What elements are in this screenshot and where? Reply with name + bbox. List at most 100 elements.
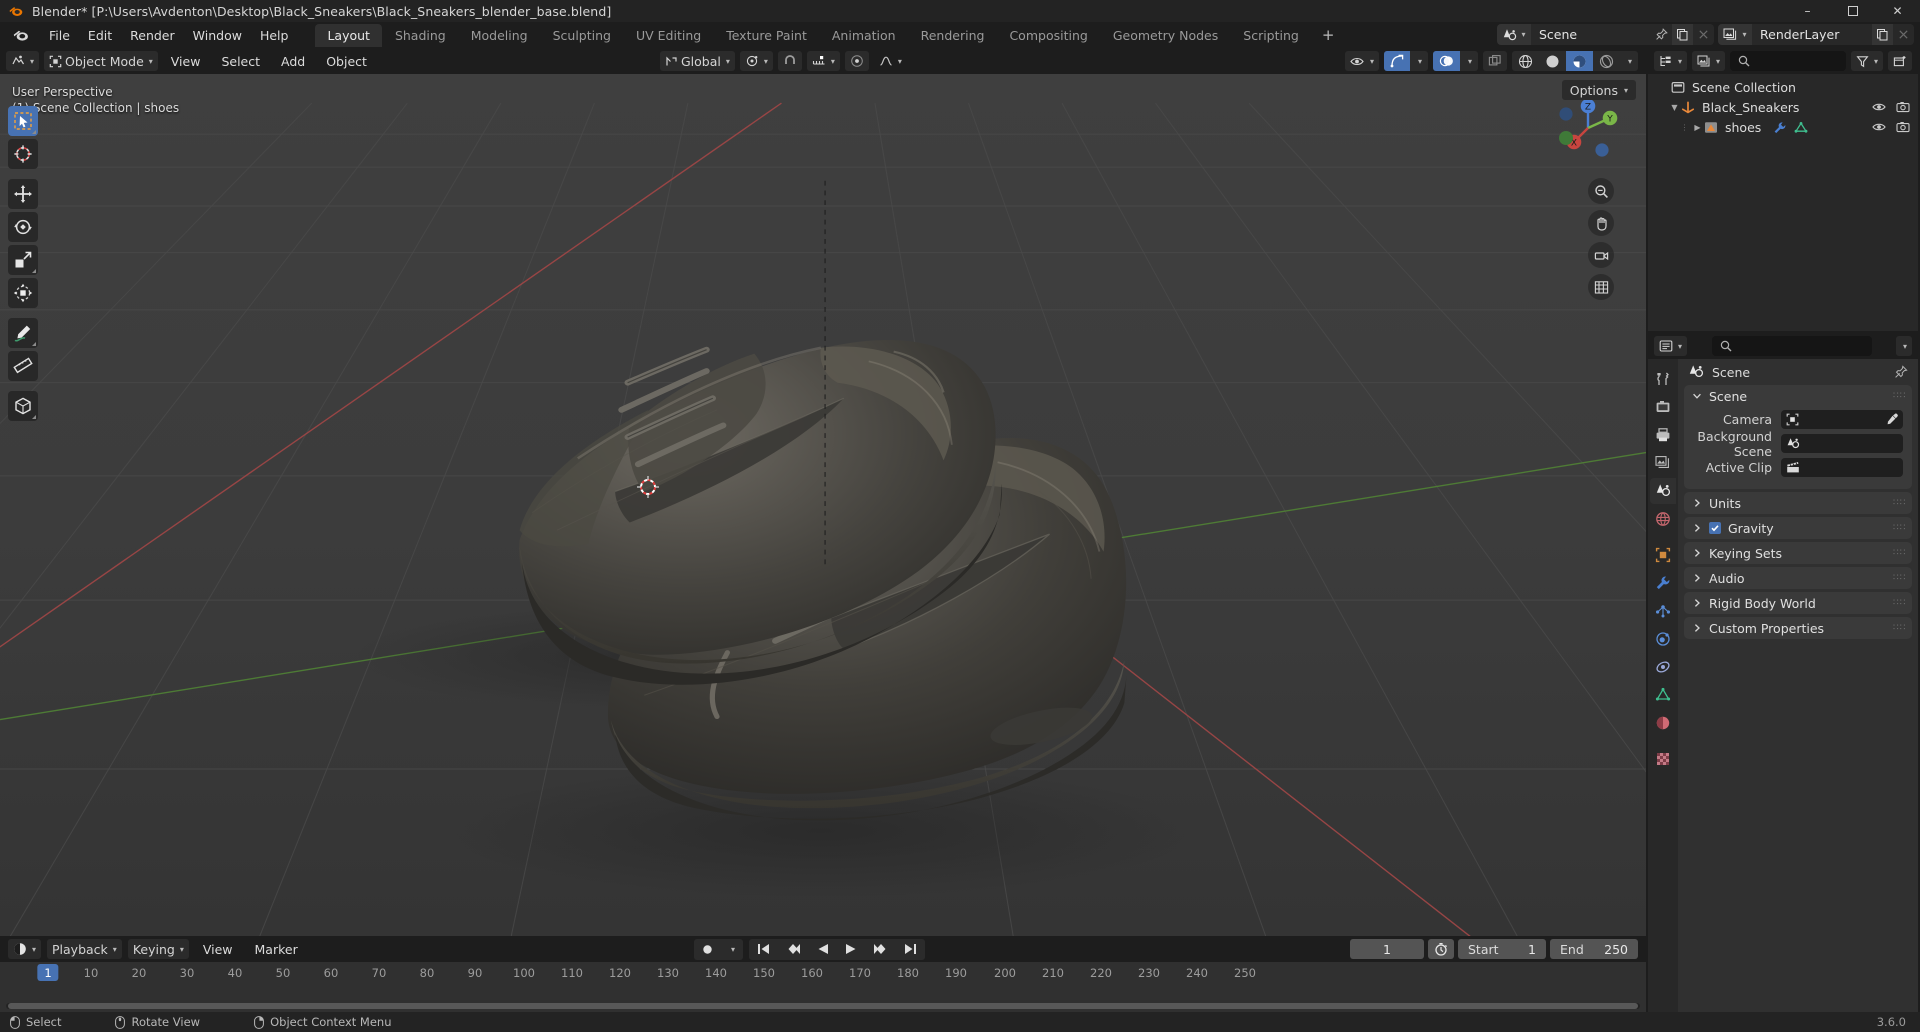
audio-panel-header[interactable]: Audio ∷∷ bbox=[1684, 567, 1912, 589]
menu-window[interactable]: Window bbox=[184, 25, 251, 46]
workspace-tab-compositing[interactable]: Compositing bbox=[997, 24, 1099, 47]
shading-rendered-icon[interactable] bbox=[1593, 51, 1620, 71]
properties-tab-constraints[interactable] bbox=[1650, 654, 1676, 680]
auto-keying-group[interactable]: ▾ bbox=[694, 938, 744, 960]
viewport-canvas[interactable]: User Perspective (1) Scene Collection | … bbox=[0, 74, 1646, 936]
outliner-search-input[interactable] bbox=[1756, 53, 1838, 69]
chevron-right-icon[interactable] bbox=[1692, 598, 1702, 608]
shading-mode-group[interactable]: ▾ bbox=[1511, 51, 1638, 71]
blender-menu-icon[interactable] bbox=[12, 26, 30, 44]
properties-tab-object-data[interactable] bbox=[1650, 682, 1676, 708]
units-panel[interactable]: Units ∷∷ bbox=[1684, 492, 1912, 514]
renderlayers-icon[interactable]: ▾ bbox=[1718, 24, 1752, 45]
xray-icon[interactable] bbox=[1482, 51, 1507, 71]
hide-in-viewport-eye-icon[interactable] bbox=[1872, 101, 1886, 113]
next-keyframe-icon[interactable] bbox=[865, 939, 896, 960]
viewport-menu-select[interactable]: Select bbox=[213, 52, 268, 71]
pan-view-icon[interactable] bbox=[1588, 210, 1614, 236]
maximize-button[interactable] bbox=[1830, 0, 1875, 22]
proportional-falloff-dropdown[interactable]: ▾ bbox=[874, 51, 907, 71]
properties-tab-material[interactable] bbox=[1650, 710, 1676, 736]
eyedropper-icon[interactable] bbox=[1886, 413, 1899, 426]
shading-material-preview-icon[interactable] bbox=[1565, 51, 1593, 71]
properties-search-input[interactable] bbox=[1737, 338, 1864, 354]
menu-edit[interactable]: Edit bbox=[79, 25, 121, 46]
expander-icon[interactable]: ▼ bbox=[1668, 103, 1681, 112]
workspace-tab-geometry-nodes[interactable]: Geometry Nodes bbox=[1101, 24, 1230, 47]
scene-icon[interactable]: ▾ bbox=[1497, 24, 1531, 45]
chevron-down-icon[interactable] bbox=[1692, 391, 1702, 401]
add-workspace-button[interactable]: + bbox=[1312, 26, 1345, 44]
properties-tab-texture[interactable] bbox=[1650, 746, 1676, 772]
new-viewlayer-icon[interactable] bbox=[1872, 24, 1893, 45]
workspace-tab-uv-editing[interactable]: UV Editing bbox=[624, 24, 713, 47]
workspace-tab-texture-paint[interactable]: Texture Paint bbox=[714, 24, 819, 47]
panel-grip-icon[interactable]: ∷∷ bbox=[1893, 598, 1905, 607]
workspace-tab-layout[interactable]: Layout bbox=[315, 23, 382, 47]
chevron-right-icon[interactable] bbox=[1692, 623, 1702, 633]
workspace-tab-shading[interactable]: Shading bbox=[383, 24, 458, 47]
unlink-scene-icon[interactable] bbox=[1693, 24, 1714, 45]
timeline-scrollbar[interactable] bbox=[6, 1003, 1640, 1009]
snap-target-dropdown[interactable]: ▾ bbox=[806, 51, 840, 71]
custom-properties-panel[interactable]: Custom Properties ∷∷ bbox=[1684, 617, 1912, 639]
camera-view-icon[interactable] bbox=[1588, 242, 1614, 268]
snap-magnet-icon[interactable] bbox=[777, 51, 802, 71]
chevron-right-icon[interactable] bbox=[1692, 523, 1702, 533]
disable-in-renders-camera-icon[interactable] bbox=[1896, 121, 1910, 133]
properties-options-chevron-icon[interactable]: ▾ bbox=[1895, 336, 1912, 356]
current-frame-field[interactable]: 1 bbox=[1350, 939, 1424, 959]
pivot-point-icon[interactable]: ▾ bbox=[739, 51, 773, 71]
gizmo-options-chevron-icon[interactable]: ▾ bbox=[1410, 51, 1428, 71]
shading-wireframe-icon[interactable] bbox=[1512, 51, 1539, 71]
panel-grip-icon[interactable]: ∷∷ bbox=[1893, 498, 1905, 507]
scene-name[interactable]: Scene bbox=[1531, 24, 1651, 45]
workspace-tab-rendering[interactable]: Rendering bbox=[909, 24, 997, 47]
navigation-gizmo[interactable]: Z Y X bbox=[1550, 90, 1626, 166]
panel-grip-icon[interactable]: ∷∷ bbox=[1893, 391, 1905, 400]
view-layer-name[interactable]: RenderLayer bbox=[1752, 24, 1872, 45]
pin-icon[interactable] bbox=[1651, 24, 1672, 45]
annotate-tool[interactable] bbox=[8, 318, 38, 348]
timeline-menu-view[interactable]: View bbox=[195, 940, 241, 959]
keying-sets-panel[interactable]: Keying Sets ∷∷ bbox=[1684, 542, 1912, 564]
disable-in-renders-camera-icon[interactable] bbox=[1896, 101, 1910, 113]
workspace-tab-animation[interactable]: Animation bbox=[820, 24, 908, 47]
play-icon[interactable] bbox=[837, 939, 865, 960]
editor-type-timeline-icon[interactable]: ▾ bbox=[8, 939, 42, 959]
scene-selector[interactable]: ▾ Scene bbox=[1497, 24, 1714, 45]
zoom-view-icon[interactable] bbox=[1588, 178, 1614, 204]
overlays-icon[interactable] bbox=[1432, 51, 1460, 71]
active-clip-field[interactable] bbox=[1781, 458, 1903, 477]
modifier-wrench-icon[interactable] bbox=[1773, 121, 1787, 134]
play-reverse-icon[interactable] bbox=[809, 939, 837, 960]
gizmo-toggle-group[interactable]: ▾ bbox=[1383, 51, 1428, 71]
workspace-tab-scripting[interactable]: Scripting bbox=[1231, 24, 1311, 47]
chevron-right-icon[interactable] bbox=[1692, 498, 1702, 508]
properties-tab-render[interactable] bbox=[1650, 394, 1676, 420]
menu-help[interactable]: Help bbox=[251, 25, 298, 46]
timeline-menu-keying[interactable]: Keying ▾ bbox=[127, 939, 189, 959]
editor-type-outliner-icon[interactable]: ▾ bbox=[1654, 51, 1688, 71]
gizmo-icon[interactable] bbox=[1383, 51, 1410, 71]
auto-keying-options-chevron-icon[interactable]: ▾ bbox=[721, 939, 743, 960]
properties-tab-tool[interactable] bbox=[1650, 366, 1676, 392]
new-collection-icon[interactable] bbox=[1888, 51, 1912, 71]
rotate-tool[interactable] bbox=[8, 212, 38, 242]
add-cube-tool[interactable] bbox=[8, 391, 38, 421]
outliner-search-box[interactable] bbox=[1730, 51, 1846, 71]
viewport-menu-add[interactable]: Add bbox=[273, 52, 313, 71]
frame-start-field[interactable]: Start 1 bbox=[1458, 939, 1546, 959]
editor-type-properties-icon[interactable]: ▾ bbox=[1654, 336, 1688, 356]
transport-controls[interactable] bbox=[749, 938, 926, 960]
outliner-display-mode-dropdown[interactable]: ▾ bbox=[1692, 51, 1726, 71]
editor-type-3dview-icon[interactable]: ▾ bbox=[6, 51, 40, 71]
measure-tool[interactable] bbox=[8, 351, 38, 381]
chevron-right-icon[interactable] bbox=[1692, 548, 1702, 558]
properties-tab-world[interactable] bbox=[1650, 506, 1676, 532]
minimize-button[interactable]: – bbox=[1785, 0, 1830, 22]
record-icon[interactable] bbox=[694, 939, 721, 960]
custom-properties-panel-header[interactable]: Custom Properties ∷∷ bbox=[1684, 617, 1912, 639]
show-hide-dropdown[interactable]: ▾ bbox=[1344, 51, 1379, 71]
auto-keying-stopwatch-icon[interactable] bbox=[1428, 939, 1454, 959]
